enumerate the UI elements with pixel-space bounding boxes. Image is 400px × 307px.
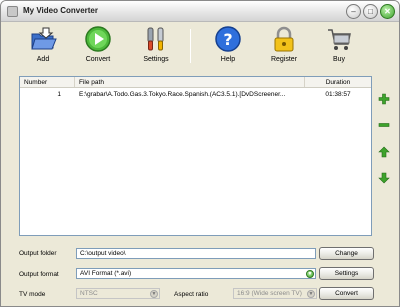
app-icon xyxy=(7,6,18,17)
tv-mode-select: NTSC ▼ xyxy=(76,288,160,299)
convert-toolbar-button[interactable]: Convert xyxy=(73,25,123,69)
tools-icon xyxy=(147,27,164,51)
help-button[interactable]: ? Help xyxy=(203,25,253,69)
output-folder-field[interactable]: C:\output video\ xyxy=(76,248,316,259)
aspect-ratio-select: 16:9 (Wide screen TV) ▼ xyxy=(233,288,317,299)
column-header-number[interactable]: Number xyxy=(20,77,75,87)
convert-button[interactable]: Convert xyxy=(319,287,374,300)
convert-label: Convert xyxy=(85,56,111,63)
arrow-down-icon[interactable] xyxy=(378,172,390,184)
column-header-duration[interactable]: Duration xyxy=(305,77,371,87)
tv-mode-value: NTSC xyxy=(80,290,98,297)
maximize-icon: □ xyxy=(368,7,373,16)
svg-text:?: ? xyxy=(223,30,232,49)
buy-label: Buy xyxy=(332,56,346,63)
aspect-ratio-value: 16:9 (Wide screen TV) xyxy=(237,290,302,297)
cart-icon xyxy=(328,29,351,50)
window-title: My Video Converter xyxy=(23,6,98,15)
chevron-down-icon[interactable]: ▼ xyxy=(306,270,314,278)
help-icon: ? xyxy=(215,26,241,52)
row-duration: 01:38:57 xyxy=(325,91,351,98)
column-header-path[interactable]: File path xyxy=(75,77,305,87)
folder-open-icon xyxy=(31,27,57,50)
aspect-ratio-label: Aspect ratio xyxy=(174,291,209,298)
output-format-select[interactable]: AVI Format (*.avi) ▼ xyxy=(76,268,316,279)
file-list[interactable]: Number File path Duration 1 E:\grabar\A.… xyxy=(19,76,372,236)
settings-toolbar-button[interactable]: Settings xyxy=(131,25,181,69)
lock-icon xyxy=(274,26,294,52)
format-settings-button[interactable]: Settings xyxy=(319,267,374,280)
table-row[interactable]: 1 E:\grabar\A.Todo.Gas.3.Tokyo.Race.Span… xyxy=(20,90,371,100)
close-icon: ✕ xyxy=(384,7,391,16)
close-button[interactable]: ✕ xyxy=(380,4,395,19)
change-button[interactable]: Change xyxy=(319,247,374,260)
tv-mode-label: TV mode xyxy=(19,291,46,298)
arrow-up-icon[interactable] xyxy=(378,146,390,158)
plus-icon[interactable] xyxy=(378,93,390,105)
chevron-down-icon: ▼ xyxy=(307,290,315,298)
toolbar: Add Convert Settings ? Help Register Buy xyxy=(1,23,399,71)
register-label: Register xyxy=(270,56,298,63)
maximize-button[interactable]: □ xyxy=(363,4,378,19)
output-folder-label: Output folder xyxy=(19,250,57,257)
add-label: Add xyxy=(36,56,50,63)
output-format-value: AVI Format (*.avi) xyxy=(80,270,132,277)
output-format-label: Output format xyxy=(19,271,59,278)
row-number: 1 xyxy=(57,91,61,98)
add-button[interactable]: Add xyxy=(18,25,68,69)
buy-button[interactable]: Buy xyxy=(314,25,364,69)
settings-label: Settings xyxy=(143,56,169,63)
row-path: E:\grabar\A.Todo.Gas.3.Tokyo.Race.Spanis… xyxy=(79,91,286,98)
chevron-down-icon: ▼ xyxy=(150,290,158,298)
minimize-icon: – xyxy=(351,7,356,16)
app-window: My Video Converter – □ ✕ Add Convert Set… xyxy=(0,0,400,307)
play-icon xyxy=(85,26,111,52)
title-bar[interactable]: My Video Converter – □ ✕ xyxy=(1,1,399,22)
register-button[interactable]: Register xyxy=(259,25,309,69)
list-header: Number File path Duration xyxy=(20,77,371,88)
toolbar-separator xyxy=(190,29,191,63)
minus-icon[interactable] xyxy=(378,119,390,131)
minimize-button[interactable]: – xyxy=(346,4,361,19)
help-label: Help xyxy=(220,56,236,63)
